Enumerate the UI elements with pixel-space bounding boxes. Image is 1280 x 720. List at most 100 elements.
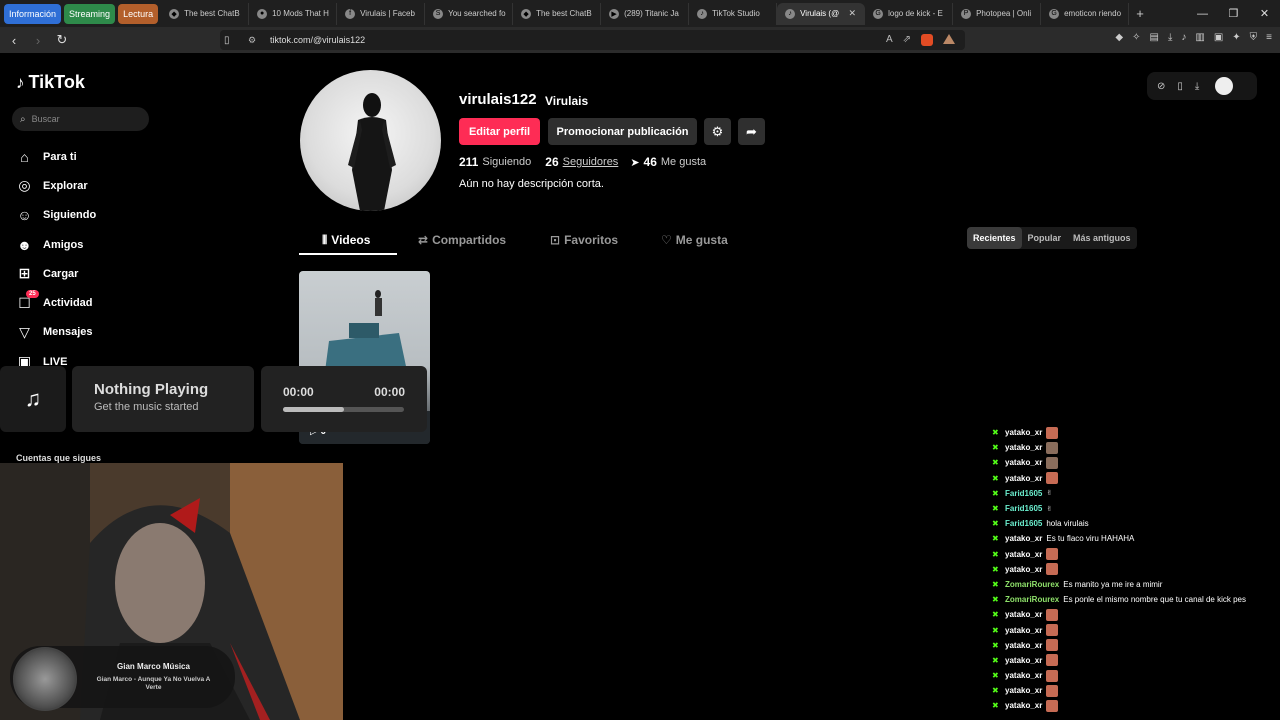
likes-count: 46	[643, 155, 657, 169]
sidebar-item-5[interactable]: ☐ 25 Actividad	[16, 288, 96, 317]
tab-group-0[interactable]: Información	[4, 3, 62, 24]
share-profile-button[interactable]: ➦	[738, 118, 765, 145]
grid-icon: ⦀	[322, 232, 328, 247]
sidebar-icon[interactable]: ▥	[1195, 32, 1204, 43]
media-icon[interactable]: ♪	[1181, 32, 1186, 43]
browser-tab[interactable]: ♪ Virulais (@ ✕	[777, 2, 866, 25]
download-app-icon[interactable]: ⤓	[1195, 81, 1199, 92]
chat-message: ✖ yatako_xr Es tu flaco viru HAHAHA	[992, 531, 1277, 546]
leo-icon[interactable]: ✦	[1232, 32, 1240, 43]
tab-favicon-icon: ●	[257, 8, 268, 19]
now-playing-art	[13, 647, 77, 711]
extensions-icon[interactable]: ✧	[1132, 32, 1140, 43]
chat-username: yatako_xr	[1005, 655, 1043, 665]
reload-icon[interactable]: ↻	[52, 32, 72, 48]
silhouette-image	[348, 93, 396, 211]
chat-username: yatako_xr	[1005, 701, 1043, 711]
kick-icon: ✖	[992, 519, 999, 529]
wallet-icon[interactable]: ▤	[1149, 32, 1158, 43]
tab-favicon-icon: ▶	[609, 8, 620, 19]
tab-shared[interactable]: ⇄ Compartidos	[418, 230, 506, 250]
tab-likes[interactable]: ♡ Me gusta	[661, 230, 728, 250]
sort-popular[interactable]: Popular	[1022, 227, 1068, 249]
window-controls: — ❐ ✕	[1187, 0, 1280, 27]
new-tab-button[interactable]: +	[1129, 6, 1151, 21]
vpn-shield-icon[interactable]: ⛨	[1250, 32, 1258, 43]
translate-icon[interactable]: A	[886, 34, 893, 46]
tab-videos[interactable]: ⦀ Videos	[322, 230, 370, 250]
back-icon[interactable]: ‹	[4, 33, 24, 48]
vpn-icon[interactable]: ◆	[1115, 32, 1123, 43]
active-tab-indicator	[299, 253, 397, 255]
bookmark-icon[interactable]: ▯	[224, 35, 230, 46]
menu-icon[interactable]: ≡	[1266, 32, 1272, 43]
profile-avatar[interactable]	[300, 70, 441, 211]
chat-text: Es ponle el mismo nombre que tu canal de…	[1063, 595, 1246, 605]
forward-icon[interactable]: ›	[28, 33, 48, 48]
browser-tab[interactable]: f Virulais | Faceb	[337, 2, 426, 25]
browser-tab[interactable]: ◆ The best ChatB	[161, 2, 250, 25]
chat-username: ZomariRourex	[1005, 579, 1060, 589]
tab-close-icon[interactable]: ✕	[849, 8, 857, 19]
sidebar-item-3[interactable]: ☻ Amigos	[16, 230, 96, 259]
tab-group-1[interactable]: Streaming	[64, 3, 116, 24]
sidebar-item-6[interactable]: ▽ Mensajes	[16, 318, 96, 347]
sidebar-nav: ⌂ Para ti ◎ Explorar ☺ Siguiendo ☻ Amigos ⊞ Carga…	[16, 142, 96, 376]
browser-tab[interactable]: ● 10 Mods That H	[249, 2, 338, 25]
kick-icon: ✖	[992, 564, 999, 574]
share-icon[interactable]: ⇗	[903, 34, 911, 46]
settings-button[interactable]: ⚙	[704, 118, 731, 145]
kick-icon: ✖	[992, 595, 999, 605]
browser-tab[interactable]: S You searched fo	[425, 2, 514, 25]
browser-tab[interactable]: P Photopea | Onli	[953, 2, 1042, 25]
url-actions: A ⇗	[886, 34, 955, 46]
site-settings-icon[interactable]: ⚙	[248, 35, 256, 46]
sort-recent[interactable]: Recientes	[967, 227, 1022, 249]
sidebar-item-2[interactable]: ☺ Siguiendo	[16, 201, 96, 230]
kick-icon: ✖	[992, 625, 999, 635]
music-progress-fill	[283, 407, 344, 412]
browser-tab[interactable]: Gemoticon riendo	[1041, 2, 1130, 25]
sidebar-item-0[interactable]: ⌂ Para ti	[16, 142, 96, 171]
tab-group-2[interactable]: Lectura	[118, 3, 159, 24]
browser-tab[interactable]: Glogo de kick - E	[865, 2, 954, 25]
followers-label[interactable]: Seguidores	[563, 156, 619, 168]
search-box[interactable]: ⌕	[12, 107, 149, 131]
download-icon[interactable]: ⤓	[1168, 32, 1172, 43]
tiktok-logo[interactable]: ♪ TikTok	[16, 72, 85, 93]
browser-tab[interactable]: ◆ The best ChatB	[513, 2, 602, 25]
promote-post-button[interactable]: Promocionar publicación	[548, 118, 697, 145]
rewards-icon[interactable]	[943, 34, 955, 44]
tab-videos-label: Videos	[331, 233, 371, 247]
kick-icon: ✖	[992, 504, 999, 514]
kick-icon: ✖	[992, 473, 999, 483]
extension-icons: ◆ ✧ ▤ ⤓ ♪ ▥ ▣ ✦ ⛨ ≡	[1115, 32, 1272, 43]
emote-icon	[1046, 548, 1059, 561]
minimize-icon[interactable]: —	[1187, 8, 1218, 20]
user-avatar[interactable]	[1215, 77, 1234, 95]
browser-tab[interactable]: ▶ (289) Titanic Ja	[601, 2, 690, 25]
coins-icon[interactable]: ⊘	[1157, 81, 1165, 92]
tab-favicon-icon: ◆	[521, 8, 532, 19]
address-toolbar: ‹ › ↻ ▯ ⚙ tiktok.com/@virulais122 A ⇗ ◆ …	[0, 27, 1280, 53]
tab-favorites[interactable]: ⊡ Favoritos	[550, 230, 618, 250]
maximize-icon[interactable]: ❐	[1218, 7, 1249, 20]
address-bar[interactable]: ▯ ⚙ tiktok.com/@virulais122 A ⇗	[220, 30, 965, 50]
tab-title: 10 Mods That H	[272, 9, 329, 18]
following-label[interactable]: Siguiendo	[482, 156, 531, 168]
tab-title: (289) Titanic Ja	[624, 9, 679, 18]
kick-icon: ✖	[992, 686, 999, 696]
tab-favicon-icon: ◆	[169, 8, 180, 19]
browser-tab[interactable]: ♪ TikTok Studio	[689, 2, 778, 25]
share-arrow-icon: ➦	[746, 123, 757, 139]
sidebar-item-1[interactable]: ◎ Explorar	[16, 171, 96, 200]
sort-oldest[interactable]: Más antiguos	[1067, 227, 1137, 249]
close-window-icon[interactable]: ✕	[1249, 7, 1280, 20]
device-icon[interactable]: ▯	[1177, 81, 1183, 92]
wallet2-icon[interactable]: ▣	[1214, 32, 1223, 43]
edit-profile-button[interactable]: Editar perfil	[459, 118, 540, 145]
chat-username: ZomariRourex	[1005, 595, 1060, 605]
brave-shields-icon[interactable]	[921, 34, 933, 46]
sidebar-item-4[interactable]: ⊞ Cargar	[16, 259, 96, 288]
search-input[interactable]	[31, 114, 132, 124]
